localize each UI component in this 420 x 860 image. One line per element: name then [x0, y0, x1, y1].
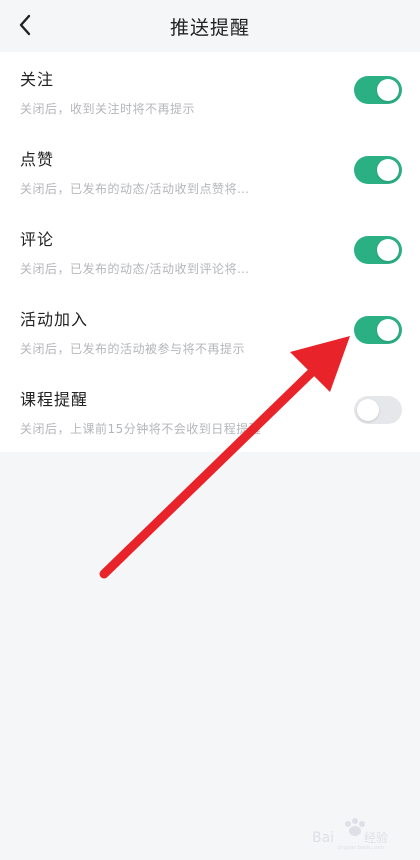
setting-title: 课程提醒	[20, 390, 89, 409]
svg-text:经验: 经验	[364, 830, 388, 845]
follow-toggle[interactable]	[354, 76, 402, 104]
like-toggle[interactable]	[354, 156, 402, 184]
course-reminder-toggle[interactable]	[354, 396, 402, 424]
setting-row-course-reminder: 课程提醒 关闭后，上课前15分钟将不会收到日程提醒	[0, 372, 420, 452]
header: 推送提醒	[0, 0, 420, 52]
setting-row-follow: 关注 关闭后，收到关注时将不再提示	[0, 52, 420, 132]
baidu-jingyan-watermark: Bai 经验 jingyan.baidu.com	[312, 818, 388, 850]
setting-row-comment: 评论 关闭后，已发布的动态/活动收到评论将…	[0, 212, 420, 292]
comment-toggle[interactable]	[354, 236, 402, 264]
activity-join-toggle[interactable]	[354, 316, 402, 344]
toggle-knob	[357, 399, 379, 421]
setting-row-activity-join: 活动加入 关闭后，已发布的活动被参与将不再提示	[0, 292, 420, 372]
setting-description: 关闭后，已发布的活动被参与将不再提示	[20, 342, 246, 356]
svg-text:jingyan.baidu.com: jingyan.baidu.com	[337, 845, 384, 850]
setting-row-like: 点赞 关闭后，已发布的动态/活动收到点赞将…	[0, 132, 420, 212]
setting-title: 关注	[20, 70, 55, 89]
toggle-knob	[377, 159, 399, 181]
setting-description: 关闭后，已发布的动态/活动收到点赞将…	[20, 182, 250, 196]
setting-description: 关闭后，已发布的动态/活动收到评论将…	[20, 262, 250, 276]
settings-list: 关注 关闭后，收到关注时将不再提示 点赞 关闭后，已发布的动态/活动收到点赞将……	[0, 52, 420, 452]
page-title: 推送提醒	[169, 17, 250, 39]
setting-title: 活动加入	[20, 310, 89, 329]
toggle-knob	[377, 79, 399, 101]
setting-title: 点赞	[20, 150, 55, 169]
setting-description: 关闭后，收到关注时将不再提示	[20, 102, 196, 116]
setting-description: 关闭后，上课前15分钟将不会收到日程提醒	[20, 422, 262, 436]
svg-text:Bai: Bai	[312, 830, 334, 846]
setting-title: 评论	[20, 230, 55, 249]
toggle-knob	[377, 319, 399, 341]
toggle-knob	[377, 239, 399, 261]
